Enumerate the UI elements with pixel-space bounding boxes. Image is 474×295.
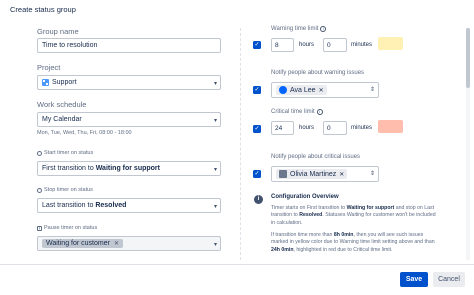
stop-prefix: Last transition to [42, 202, 94, 209]
warning-notify-input[interactable]: Ava Lee ✕ ⇕ [271, 82, 379, 98]
critical-limit-label-text: Critical time limit [271, 109, 315, 115]
project-select[interactable]: Support ▾ [37, 75, 221, 90]
stop-timer-label-text: Stop timer on status [44, 187, 93, 193]
start-timer-label-text: Start timer on status [44, 150, 94, 156]
project-icon [42, 79, 49, 86]
warning-limit-label: Warning time limit i [271, 26, 327, 32]
warning-minutes-unit: minutes [351, 42, 373, 48]
project-label: Project [37, 63, 61, 72]
overview-paragraph-2: If transition time more than 8h 0min, th… [271, 232, 435, 253]
remove-tag-icon[interactable]: ✕ [114, 240, 119, 247]
clock-icon [37, 187, 42, 193]
pause-timer-label-text: Pause timer on status [44, 225, 98, 231]
clock-icon [37, 150, 42, 156]
start-prefix: First transition to [42, 165, 94, 172]
user-tag: Olivia Martinez ✕ [276, 169, 348, 179]
work-schedule-value: My Calendar [42, 116, 82, 123]
critical-notify-label: Notify people about critical issues [271, 154, 361, 160]
pause-icon: || [37, 225, 42, 231]
stop-status: Resolved [95, 202, 127, 209]
chevron-up-down-icon: ⇕ [369, 171, 375, 177]
critical-notify-input[interactable]: Olivia Martinez ✕ ⇕ [271, 166, 379, 182]
scrollbar-thumb[interactable] [466, 28, 470, 88]
chevron-down-icon: ▾ [213, 204, 217, 210]
critical-minutes-input[interactable]: 0 [323, 121, 347, 135]
column-divider [240, 28, 241, 260]
start-timer-select[interactable]: First transition to Waiting for support … [37, 161, 221, 176]
critical-color-swatch[interactable] [378, 120, 403, 133]
warning-notify-checkbox[interactable]: ✓ [253, 86, 261, 94]
pause-timer-select[interactable]: Waiting for customer ✕ ▾ [37, 236, 221, 251]
work-schedule-select[interactable]: My Calendar ▾ [37, 112, 221, 127]
pause-status-value: Waiting for customer [46, 240, 110, 247]
critical-notify-checkbox[interactable]: ✓ [253, 170, 261, 178]
group-name-value: Time to resolution [42, 42, 98, 49]
info-icon: i [254, 195, 263, 204]
chevron-down-icon: ▾ [213, 242, 217, 248]
pause-status-tag: Waiting for customer ✕ [42, 239, 123, 248]
start-status: Waiting for support [95, 165, 160, 172]
critical-person-name: Olivia Martinez [290, 170, 337, 178]
remove-tag-icon[interactable]: ✕ [319, 87, 324, 94]
avatar [279, 86, 287, 94]
cancel-button[interactable]: Cancel [433, 272, 465, 287]
work-schedule-hours: Mon, Tue, Wed, Thu, Fri, 08:00 - 18:00 [37, 130, 132, 136]
warning-person-name: Ava Lee [290, 86, 316, 94]
warning-notify-label: Notify people about warning issues [271, 70, 365, 76]
critical-limit-checkbox[interactable]: ✓ [253, 125, 261, 133]
warning-limit-label-text: Warning time limit [271, 26, 319, 32]
save-button[interactable]: Save [400, 272, 428, 287]
stop-timer-label: Stop timer on status [37, 187, 93, 193]
warning-minutes-input[interactable]: 0 [323, 38, 347, 52]
chevron-down-icon: ▾ [213, 118, 217, 124]
warning-hours-input[interactable]: 8 [271, 38, 294, 52]
group-name-input[interactable]: Time to resolution [37, 38, 221, 53]
start-timer-label: Start timer on status [37, 150, 93, 156]
critical-hours-input[interactable]: 24 [271, 121, 294, 135]
avatar [279, 170, 287, 178]
dialog-title: Create status group [10, 5, 76, 14]
critical-hours-unit: hours [299, 125, 315, 131]
group-name-label: Group name [37, 27, 79, 36]
remove-tag-icon[interactable]: ✕ [339, 171, 344, 178]
info-icon[interactable]: i [320, 26, 327, 32]
critical-limit-label: Critical time limit i [271, 109, 323, 115]
pause-timer-label: || Pause timer on status [37, 225, 97, 231]
chevron-up-down-icon: ⇕ [369, 87, 375, 93]
work-schedule-label: Work schedule [37, 100, 87, 109]
critical-minutes-unit: minutes [351, 125, 373, 131]
project-value: Support [52, 79, 77, 86]
warning-color-swatch[interactable] [378, 37, 403, 50]
overview-paragraph-1: Timer starts on First transition to Wait… [271, 205, 436, 226]
stop-timer-select[interactable]: Last transition to Resolved ▾ [37, 198, 221, 213]
overview-title: Configuration Overview [271, 194, 339, 200]
warning-hours-unit: hours [299, 42, 315, 48]
create-status-group-dialog: Create status group Group name Time to r… [0, 0, 474, 295]
footer-divider [0, 264, 474, 265]
user-tag: Ava Lee ✕ [276, 85, 327, 95]
chevron-down-icon: ▾ [213, 81, 217, 87]
info-icon[interactable]: i [316, 109, 323, 115]
chevron-down-icon: ▾ [213, 167, 217, 173]
warning-limit-checkbox[interactable]: ✓ [253, 41, 261, 49]
